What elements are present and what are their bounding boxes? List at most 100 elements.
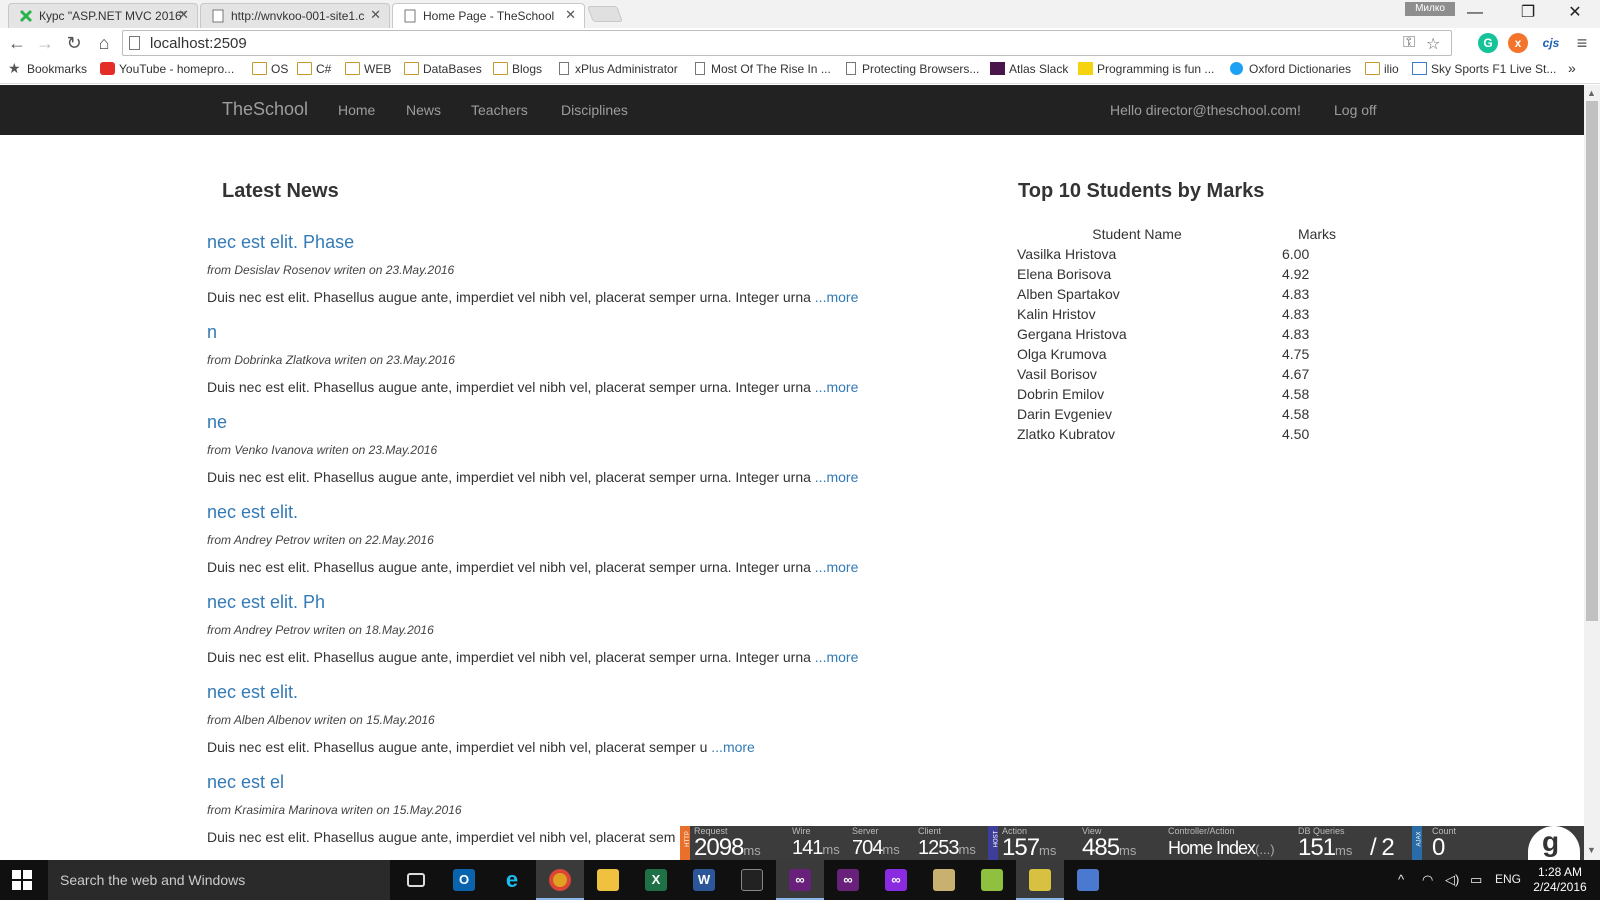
task-view-icon[interactable]: [392, 860, 440, 900]
terminal-icon[interactable]: [728, 860, 776, 900]
visual-studio-icon[interactable]: ∞: [824, 860, 872, 900]
reload-icon[interactable]: ↻: [62, 31, 86, 55]
key-icon[interactable]: ⚿: [1403, 34, 1415, 52]
forward-icon[interactable]: →: [33, 31, 57, 55]
file-explorer-icon[interactable]: [584, 860, 632, 900]
show-hidden-icons-icon[interactable]: ^: [1398, 872, 1404, 887]
menu-icon[interactable]: ≡: [1570, 31, 1594, 55]
news-title-link[interactable]: nec est elit.: [207, 682, 298, 703]
glimpse-hud[interactable]: HTTP Request 2098ms Wire 141ms Server 704ms…: [680, 826, 1584, 860]
read-more-link[interactable]: ...more: [815, 379, 859, 395]
wifi-icon[interactable]: ◠: [1422, 872, 1433, 888]
excel-icon[interactable]: X: [632, 860, 680, 900]
bookmark-folder[interactable]: WEB: [345, 62, 391, 76]
glimpse-http-tag: HTTP: [680, 826, 691, 860]
internet-explorer-icon[interactable]: e: [488, 860, 536, 900]
bookmark-item[interactable]: YouTube - homepro...: [100, 62, 234, 76]
news-excerpt-text: Duis nec est elit. Phasellus augue ante,…: [207, 649, 811, 665]
news-title-link[interactable]: nec est elit.: [207, 502, 298, 523]
grammarly-extension-icon[interactable]: G: [1478, 33, 1498, 53]
news-title-link[interactable]: nec est elit. Ph: [207, 592, 325, 613]
profile-badge[interactable]: Милко: [1405, 2, 1455, 16]
close-window-icon[interactable]: ✕: [1555, 2, 1595, 24]
browser-tab-home[interactable]: Home Page - TheSchool ✕: [392, 3, 585, 28]
taskbar-clock[interactable]: 1:28 AM 2/24/2016: [1525, 865, 1595, 895]
bookmark-star-icon[interactable]: ☆: [1426, 34, 1440, 54]
scroll-down-icon[interactable]: ▼: [1587, 845, 1596, 855]
read-more-link[interactable]: ...more: [815, 559, 859, 575]
minimize-icon[interactable]: —: [1455, 2, 1495, 24]
notepad-icon[interactable]: [968, 860, 1016, 900]
table-row: Darin Evgeniev 4.58: [1017, 404, 1377, 424]
scrollbar-thumb[interactable]: [1586, 101, 1598, 621]
bookmark-folder[interactable]: C#: [297, 62, 331, 76]
nav-teachers-link[interactable]: Teachers: [471, 102, 528, 118]
tools-icon[interactable]: [1016, 860, 1064, 900]
browser-toolbar: ← → ↻ ⌂ localhost:2509 ⚿ ☆ G x cjs ≡: [0, 28, 1600, 58]
outlook-icon[interactable]: O: [440, 860, 488, 900]
tab-title: Home Page - TheSchool: [423, 9, 555, 23]
bookmark-item[interactable]: Atlas Slack: [990, 62, 1068, 76]
page-scrollbar[interactable]: ▲ ▼: [1584, 85, 1600, 860]
read-more-link[interactable]: ...more: [815, 469, 859, 485]
user-greeting-link[interactable]: Hello director@theschool.com!: [1110, 102, 1301, 118]
visual-studio-icon[interactable]: ∞: [872, 860, 920, 900]
table-row: Dobrin Emilov 4.58: [1017, 384, 1377, 404]
table-row: Vasil Borisov 4.67: [1017, 364, 1377, 384]
bookmarks-overflow-button[interactable]: »: [1568, 60, 1576, 76]
news-excerpt: Duis nec est elit. Phasellus augue ante,…: [207, 649, 858, 665]
student-mark-cell: 4.83: [1282, 306, 1310, 322]
close-tab-icon[interactable]: ✕: [178, 7, 189, 23]
news-title-link[interactable]: n: [207, 322, 217, 343]
nav-disciplines-link[interactable]: Disciplines: [561, 102, 628, 118]
windows-taskbar: Search the web and Windows O e X W ∞ ∞ ∞…: [0, 860, 1600, 900]
bookmark-item[interactable]: Oxford Dictionaries: [1230, 62, 1351, 76]
restore-icon[interactable]: ❐: [1508, 2, 1548, 24]
extension-icon[interactable]: x: [1508, 33, 1528, 53]
news-title-link[interactable]: nec est el: [207, 772, 284, 793]
page-info-icon[interactable]: [129, 36, 140, 50]
nav-home-link[interactable]: Home: [338, 102, 375, 118]
bookmark-folder[interactable]: OS: [252, 62, 288, 76]
news-title-link[interactable]: ne: [207, 412, 227, 433]
volume-icon[interactable]: ◁): [1445, 872, 1459, 888]
browser-tab-site[interactable]: http://wnvkoo-001-site1.c ✕: [200, 3, 390, 28]
nav-news-link[interactable]: News: [406, 102, 441, 118]
close-tab-icon[interactable]: ✕: [565, 7, 576, 23]
glimpse-logo-icon[interactable]: g: [1528, 826, 1580, 860]
visual-studio-icon[interactable]: ∞: [776, 860, 824, 900]
site-brand-link[interactable]: TheSchool: [222, 99, 308, 120]
bookmark-item[interactable]: Protecting Browsers...: [843, 62, 979, 76]
news-title-link[interactable]: nec est elit. Phase: [207, 232, 354, 253]
bookmark-item[interactable]: Programming is fun ...: [1078, 62, 1214, 76]
word-icon[interactable]: W: [680, 860, 728, 900]
bookmark-item[interactable]: Sky Sports F1 Live St...: [1412, 62, 1556, 76]
bookmark-item[interactable]: ★ Bookmarks: [8, 61, 87, 76]
browser-tab-course[interactable]: Курс "ASP.NET MVC 2016" ✕: [8, 3, 198, 28]
bookmark-folder[interactable]: ilio: [1365, 62, 1399, 76]
calculator-icon[interactable]: [920, 860, 968, 900]
notifications-icon[interactable]: ▭: [1470, 872, 1482, 888]
input-language-indicator[interactable]: ENG: [1495, 872, 1521, 886]
new-tab-button[interactable]: [587, 6, 623, 22]
back-icon[interactable]: ←: [5, 31, 29, 55]
cjs-extension-icon[interactable]: cjs: [1538, 33, 1564, 53]
paint-icon[interactable]: [1064, 860, 1112, 900]
bookmark-item[interactable]: xPlus Administrator: [556, 62, 678, 76]
address-bar[interactable]: localhost:2509 ⚿ ☆: [122, 30, 1452, 56]
scroll-up-icon[interactable]: ▲: [1587, 88, 1596, 98]
close-tab-icon[interactable]: ✕: [370, 7, 381, 23]
news-meta: from Alben Albenov writen on 15.May.2016: [207, 713, 435, 727]
slack-icon: [990, 62, 1005, 75]
windows-start-icon[interactable]: [12, 870, 32, 890]
bookmark-folder[interactable]: DataBases: [404, 62, 482, 76]
bookmark-item[interactable]: Most Of The Rise In ...: [692, 62, 831, 76]
taskbar-search-box[interactable]: Search the web and Windows: [48, 860, 390, 900]
logoff-link[interactable]: Log off: [1334, 102, 1377, 118]
read-more-link[interactable]: ...more: [815, 649, 859, 665]
home-icon[interactable]: ⌂: [92, 31, 116, 55]
read-more-link[interactable]: ...more: [711, 739, 755, 755]
chrome-icon[interactable]: [536, 860, 584, 900]
read-more-link[interactable]: ...more: [815, 289, 859, 305]
bookmark-folder[interactable]: Blogs: [493, 62, 542, 76]
